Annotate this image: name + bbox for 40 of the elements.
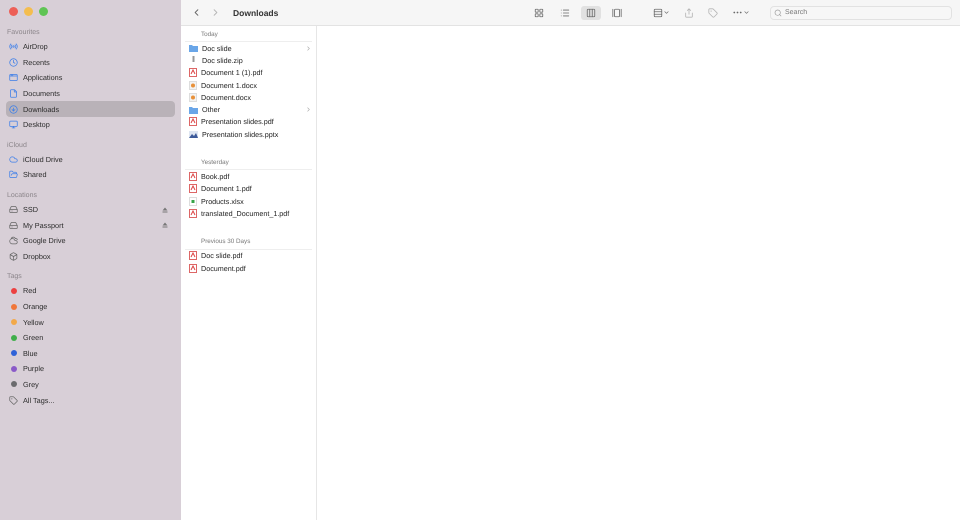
document-icon (9, 89, 18, 98)
eject-icon[interactable] (162, 222, 168, 228)
pdf-file-icon (189, 208, 197, 218)
clock-icon (9, 58, 18, 67)
box-icon (9, 252, 18, 261)
rows-icon (653, 8, 663, 18)
column-view-button[interactable] (581, 6, 601, 20)
group-button[interactable] (653, 8, 670, 18)
share-icon[interactable] (684, 8, 694, 18)
tag-icon (9, 396, 18, 405)
pdf-file-icon (189, 251, 197, 260)
pdf-file-icon (189, 68, 197, 78)
columns-icon (586, 8, 596, 18)
folder-icon (189, 106, 198, 114)
pdf-file-icon (189, 117, 197, 126)
grid-icon (534, 8, 544, 18)
shared-folder-icon (9, 170, 18, 180)
chevron-icon (305, 106, 312, 114)
folder-icon (189, 44, 198, 52)
applications-icon (9, 73, 18, 82)
close-button[interactable] (9, 7, 18, 16)
document-icon (189, 92, 197, 102)
spreadsheet-icon (189, 196, 197, 206)
tag-icon[interactable] (708, 8, 718, 18)
desktop-icon (9, 120, 18, 130)
pdf-file-icon (189, 172, 197, 182)
presentation-icon (189, 130, 198, 138)
airdrop-icon (9, 42, 18, 52)
caret-icon (743, 9, 750, 16)
pdf-file-icon (189, 184, 197, 194)
list-icon (560, 8, 570, 18)
pdf-file-icon (189, 264, 197, 272)
chevron-icon (305, 44, 312, 52)
download-icon (9, 104, 18, 114)
window-title: Downloads (233, 8, 278, 18)
eject-icon[interactable] (162, 206, 168, 213)
caret-icon (663, 9, 670, 16)
cloud-icon (9, 154, 18, 164)
gallery-icon (612, 8, 622, 18)
document-icon (189, 80, 197, 90)
